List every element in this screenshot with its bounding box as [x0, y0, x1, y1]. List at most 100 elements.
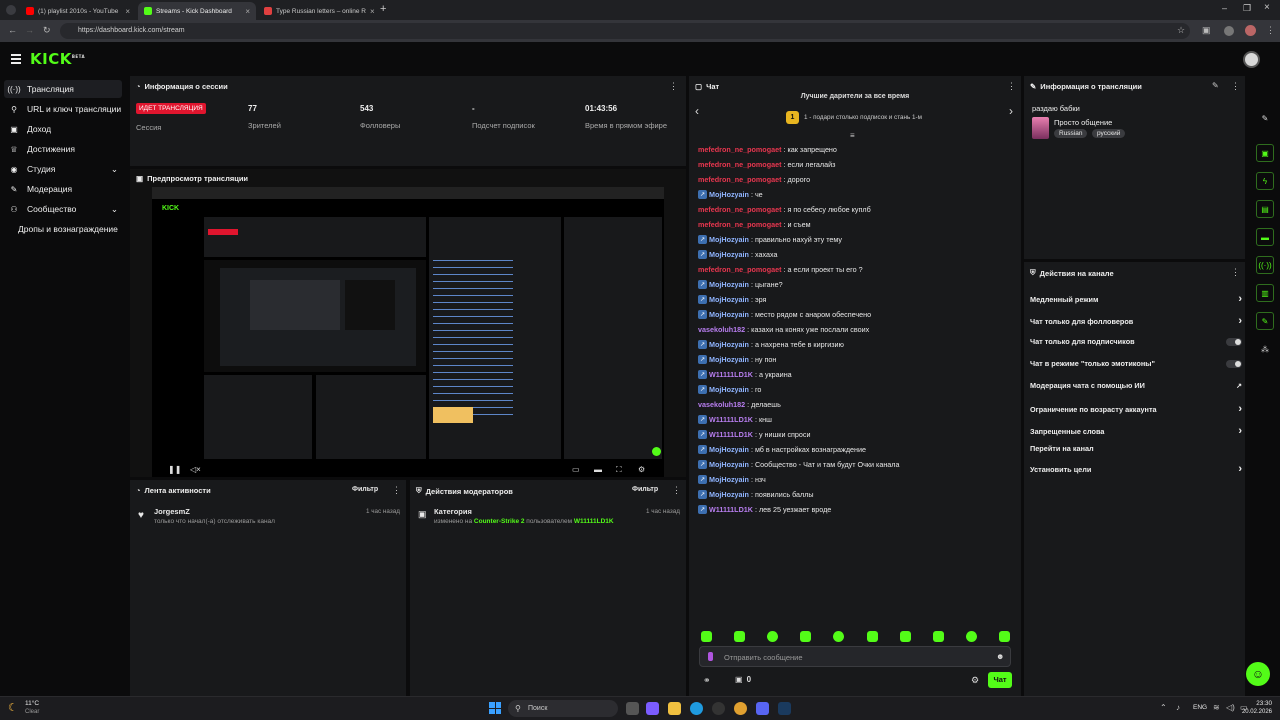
language-indicator[interactable]: ENG [1193, 704, 1207, 711]
bookmark-star-icon[interactable]: ☆ [1177, 25, 1185, 36]
clock-date[interactable]: 20.02.2026 [1236, 709, 1272, 715]
chat-username[interactable]: vasekoluh182 [698, 400, 745, 409]
emote-icon[interactable] [734, 631, 745, 642]
help-chat-button[interactable]: ☺ [1246, 662, 1270, 686]
channel-points[interactable]: ▣ 0 [735, 675, 751, 684]
chat-username[interactable]: vasekoluh182 [698, 325, 745, 334]
mod-user-link[interactable]: W11111LD1K [574, 518, 614, 525]
emote-icon[interactable] [999, 631, 1010, 642]
edit-pencil-icon[interactable]: ✎ [1256, 109, 1274, 127]
back-icon[interactable]: ← [8, 25, 17, 35]
fullscreen-icon[interactable]: ⛶ [616, 465, 622, 475]
chat-input[interactable]: Отправить сообщение ☻ [699, 646, 1011, 667]
pause-icon[interactable]: ❚❚ [168, 465, 181, 474]
wrench-icon[interactable]: ✎ [1256, 312, 1274, 330]
user-avatar[interactable] [1243, 51, 1260, 68]
channel-action-item[interactable]: Чат только для подписчиков [1030, 337, 1242, 346]
close-icon[interactable]: × [245, 7, 250, 16]
copilot-icon[interactable] [646, 702, 659, 715]
chat-username[interactable]: MojHozyain [709, 340, 749, 349]
send-chat-button[interactable]: Чат [988, 672, 1012, 688]
forward-icon[interactable]: → [25, 25, 34, 35]
chat-username[interactable]: mefedron_ne_pomogaet [698, 265, 781, 274]
chat-username[interactable]: MojHozyain [709, 385, 749, 394]
chat-bubble-icon[interactable]: ▬ [1256, 228, 1274, 246]
sidebar-item-url-key[interactable]: ⚲ URL и ключ трансляции [4, 100, 122, 118]
filter-button[interactable]: Фильтр [352, 486, 378, 493]
mic-icon[interactable] [708, 652, 713, 661]
chat-username[interactable]: W11111LD1K [709, 430, 753, 439]
edge-icon[interactable] [690, 702, 703, 715]
emote-icon[interactable] [867, 631, 878, 642]
github-icon[interactable] [712, 702, 725, 715]
channel-action-item[interactable]: Запрещенные слова › [1030, 425, 1242, 437]
chat-username[interactable]: MojHozyain [709, 280, 749, 289]
emote-icon[interactable] [933, 631, 944, 642]
tab-russian-letters[interactable]: Type Russian letters – online R × [258, 2, 376, 20]
stream-video-player[interactable]: KICK ❚❚ ◁× ▭ ▬ ⛶ ⚙ [152, 187, 664, 477]
emote-icon[interactable] [800, 631, 811, 642]
edit-pencil-icon[interactable]: ✎ [1212, 81, 1219, 90]
close-icon[interactable]: × [125, 7, 130, 16]
channel-action-item[interactable]: Ограничение по возрасту аккаунта › [1030, 403, 1242, 415]
sidebar-item-drops[interactable]: Дропы и вознаграждение [4, 220, 122, 238]
add-widget-icon[interactable]: ⁂ [1256, 340, 1274, 358]
activity-user[interactable]: JorgesmZ [154, 507, 190, 516]
sidebar-item-broadcast[interactable]: ((·)) Трансляция [4, 80, 122, 98]
browser-menu-icon[interactable] [6, 5, 16, 15]
window-close-icon[interactable]: × [1264, 2, 1270, 13]
chat-settings-gear-icon[interactable]: ⚙ [971, 675, 979, 686]
pip-icon[interactable]: ▭ [572, 465, 580, 474]
wifi-icon[interactable]: ≋ [1213, 703, 1220, 712]
settings-gear-icon[interactable]: ⚙ [638, 465, 645, 474]
more-options-icon[interactable]: ⋮ [392, 485, 401, 496]
chat-username[interactable]: MojHozyain [709, 475, 749, 484]
volume-icon[interactable]: ◁) [1226, 703, 1235, 712]
chat-username[interactable]: W11111LD1K [709, 505, 753, 514]
chat-username[interactable]: MojHozyain [709, 490, 749, 499]
channel-action-item[interactable]: Чат только для фолловеров › [1030, 315, 1242, 327]
toggle-switch[interactable] [1226, 337, 1242, 346]
channel-action-item[interactable]: Перейти на канал [1030, 444, 1242, 453]
mic-tray-icon[interactable]: ♪ [1176, 703, 1180, 712]
more-options-icon[interactable]: ⋮ [1231, 267, 1240, 278]
chat-username[interactable]: mefedron_ne_pomogaet [698, 205, 781, 214]
channel-action-item[interactable]: Установить цели › [1030, 463, 1242, 475]
theater-icon[interactable]: ▬ [594, 465, 602, 474]
sidebar-item-moderation[interactable]: ✎ Модерация [4, 180, 122, 198]
emote-icon[interactable] [767, 631, 778, 642]
clip-icon[interactable]: ▣ [1256, 144, 1274, 162]
channel-action-item[interactable]: Чат в режиме "только эмотиконы" [1030, 359, 1242, 368]
profile-avatar[interactable] [1245, 25, 1256, 36]
chat-username[interactable]: mefedron_ne_pomogaet [698, 145, 781, 154]
mod-game-link[interactable]: Counter-Strike 2 [474, 518, 525, 525]
browser-menu-dots-icon[interactable]: ⋮ [1266, 25, 1275, 36]
emoji-picker-icon[interactable]: ☻ [996, 652, 1004, 661]
sidebar-item-achievements[interactable]: ♕ Достижения [4, 140, 122, 158]
tab-kick-dashboard[interactable]: Streams - Kick Dashboard × [138, 2, 256, 20]
chevron-right-icon[interactable]: › [1009, 104, 1013, 118]
sidebar-item-income[interactable]: ▣ Доход [4, 120, 122, 138]
file-explorer-icon[interactable] [668, 702, 681, 715]
new-tab-icon[interactable]: + [380, 3, 386, 15]
channel-action-item[interactable]: Модерация чата с помощью ИИ ↗ [1030, 381, 1242, 390]
category-name[interactable]: Просто общение [1054, 118, 1112, 127]
chat-username[interactable]: MojHozyain [709, 235, 749, 244]
sidebar-item-community[interactable]: ⚇ Сообщество ⌄ [4, 200, 122, 218]
collapse-icon[interactable]: ≡ [850, 131, 855, 140]
broadcast-icon[interactable]: ((·)) [1256, 256, 1274, 274]
chat-username[interactable]: MojHozyain [709, 190, 749, 199]
chat-username[interactable]: MojHozyain [709, 250, 749, 259]
minimize-icon[interactable]: – [1222, 3, 1227, 13]
more-options-icon[interactable]: ⋮ [672, 485, 681, 496]
chat-username[interactable]: mefedron_ne_pomogaet [698, 175, 781, 184]
chat-username[interactable]: W11111LD1K [709, 415, 753, 424]
emote-icon[interactable] [701, 631, 712, 642]
chat-username[interactable]: MojHozyain [709, 445, 749, 454]
toggle-switch[interactable] [1226, 359, 1242, 368]
windows-start-icon[interactable] [489, 702, 501, 714]
mute-icon[interactable]: ◁× [190, 465, 201, 474]
emote-icon[interactable] [833, 631, 844, 642]
emote-icon[interactable] [900, 631, 911, 642]
sidebar-item-studio[interactable]: ◉ Студия ⌄ [4, 160, 122, 178]
